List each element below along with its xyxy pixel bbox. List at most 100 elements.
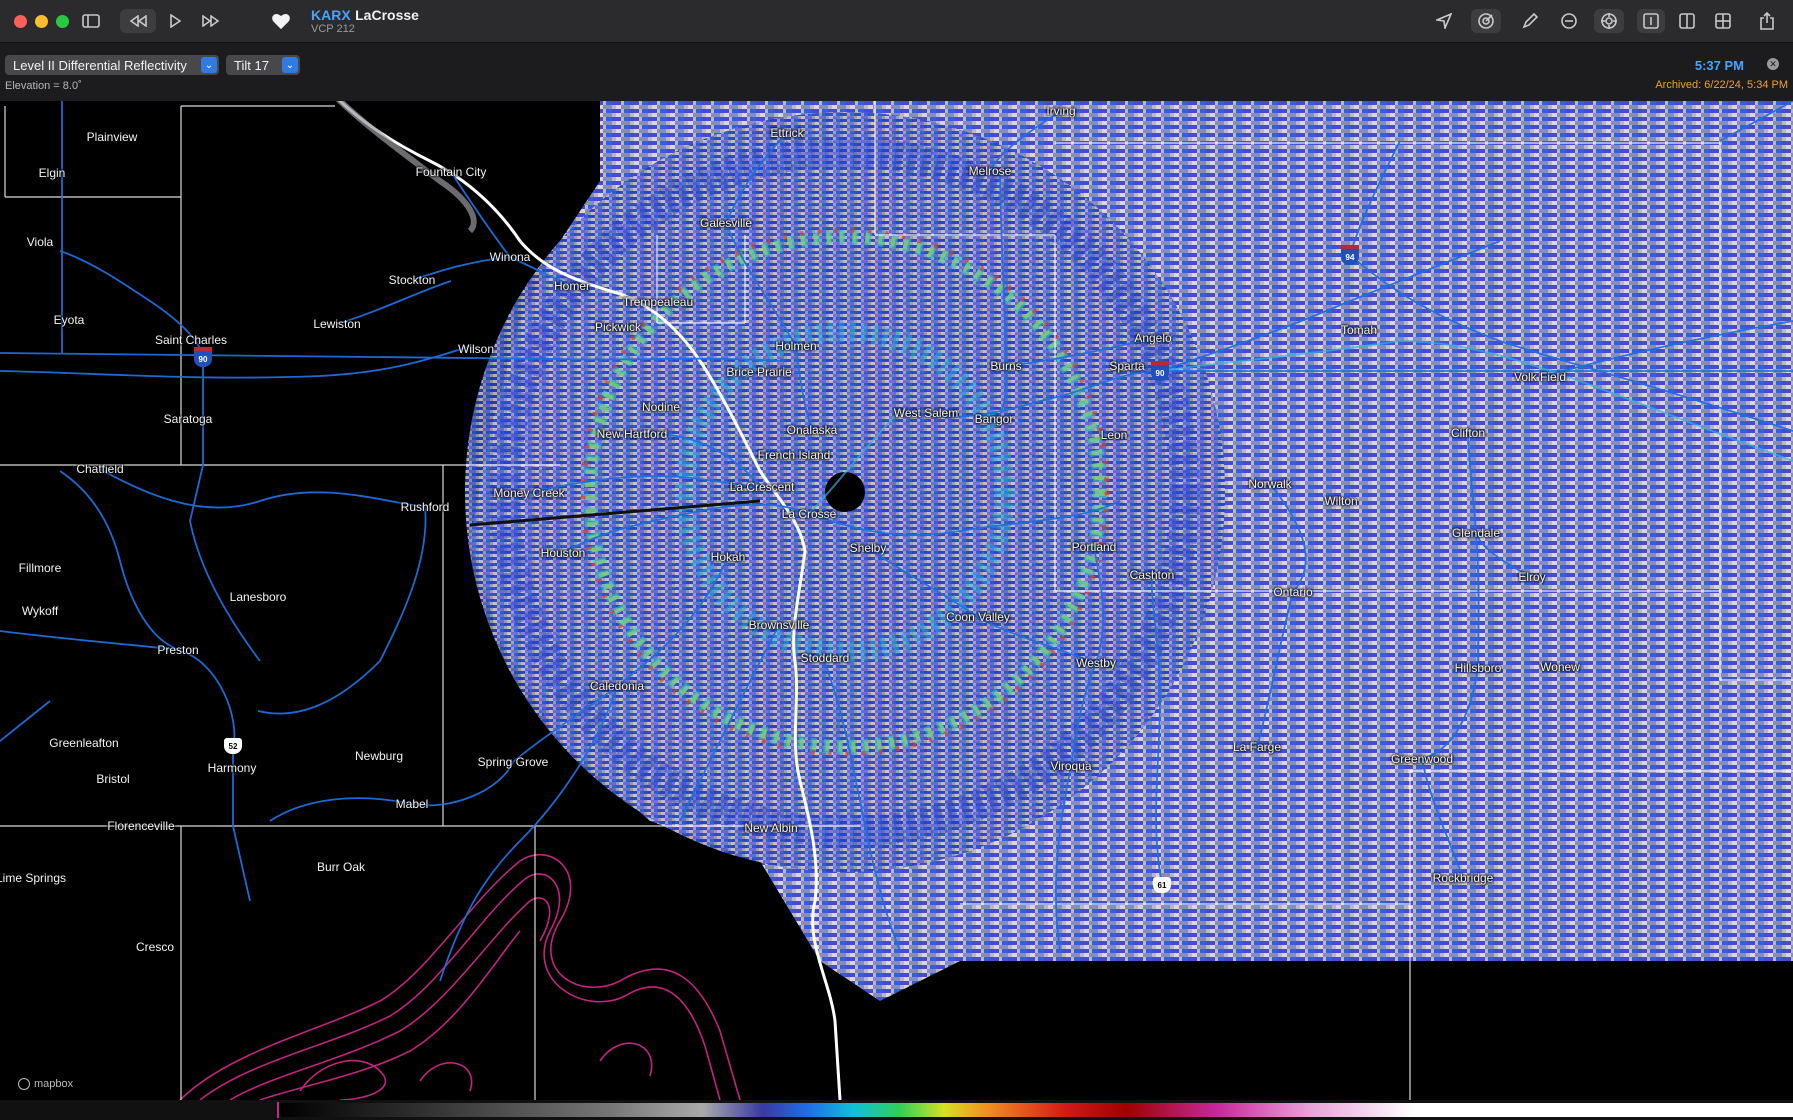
city-label: Mabel xyxy=(395,797,429,811)
city-label: La Crosse xyxy=(781,507,837,521)
city-label: Brice Prairie xyxy=(726,365,792,379)
city-label: Brownsville xyxy=(748,618,810,632)
radar-map[interactable]: Plainview Elgin Viola Eyota Saint Charles Sar… xyxy=(0,101,1793,1100)
city-label: Wykoff xyxy=(21,604,59,618)
sidebar-toggle-icon[interactable] xyxy=(80,9,102,33)
city-label: Rushford xyxy=(400,500,450,514)
share-icon[interactable] xyxy=(1755,9,1779,33)
city-label: Irving xyxy=(1046,104,1076,118)
city-label: Shelby xyxy=(849,541,887,555)
interstate-shield-icon: 94 xyxy=(1341,245,1359,265)
city-label: Clifton xyxy=(1450,426,1486,440)
city-label: Burr Oak xyxy=(316,860,366,874)
city-label: Harmony xyxy=(207,761,257,775)
location-arrow-icon[interactable] xyxy=(1430,9,1458,33)
city-label: Money Creek xyxy=(493,486,565,500)
city-label: Elroy xyxy=(1518,570,1546,584)
us-highway-shield-icon: 61 xyxy=(1153,877,1171,893)
city-label: Lime Springs xyxy=(0,871,67,885)
elevation-label: Elevation = 8.0˚ xyxy=(5,80,82,92)
city-label: Lanesboro xyxy=(229,590,287,604)
city-label: West Salem xyxy=(893,406,959,420)
city-label: Houston xyxy=(540,546,586,560)
city-label: Hokah xyxy=(710,550,746,564)
color-scale-bar xyxy=(0,1100,1793,1120)
city-label: New Hartford xyxy=(596,427,668,441)
close-icon[interactable]: ✕ xyxy=(1767,58,1779,70)
chevron-down-icon: ⌄ xyxy=(201,57,217,73)
color-scale-gradient xyxy=(278,1103,1793,1117)
tilt-select[interactable]: Tilt 17 ⌄ xyxy=(226,55,300,75)
interstate-shield-icon: 90 xyxy=(194,347,212,367)
history-clock-icon[interactable] xyxy=(1557,9,1581,33)
city-label: Greenleafton xyxy=(49,736,119,750)
city-label: Eyota xyxy=(53,313,85,327)
city-label: Greenwood xyxy=(1390,752,1454,766)
city-label: Westby xyxy=(1076,656,1116,670)
city-label: Melrose xyxy=(968,164,1012,178)
zoom-window-button[interactable] xyxy=(56,15,69,28)
city-label: Pickwick xyxy=(594,320,642,334)
city-label: Viola xyxy=(26,235,54,249)
product-select[interactable]: Level II Differential Reflectivity ⌄ xyxy=(5,55,219,75)
title-bar: KARX LaCrosse VCP 212 xyxy=(0,0,1793,43)
city-label: Galesville xyxy=(699,216,753,230)
city-label: Leon xyxy=(1100,428,1128,442)
city-label: Wilson xyxy=(457,342,495,356)
play-button[interactable] xyxy=(165,9,185,33)
city-label: Tomah xyxy=(1340,323,1378,337)
vcp-label: VCP 212 xyxy=(311,23,355,35)
close-window-button[interactable] xyxy=(14,15,27,28)
city-label: New Albin xyxy=(744,821,798,835)
minimize-window-button[interactable] xyxy=(35,15,48,28)
city-label: Ontario xyxy=(1273,585,1313,599)
dual-pane-icon[interactable] xyxy=(1675,9,1699,33)
city-label: Saint Charles xyxy=(154,333,228,347)
city-label: Bangor xyxy=(974,412,1014,426)
city-label: Volk Field xyxy=(1513,370,1567,384)
city-label: Elgin xyxy=(38,166,66,180)
mapbox-attribution[interactable]: mapbox xyxy=(18,1078,73,1090)
city-label: Florenceville xyxy=(107,819,175,833)
city-label: Burns xyxy=(990,359,1022,373)
city-label: Hillsboro xyxy=(1454,661,1502,675)
city-label: Glendale xyxy=(1451,526,1501,540)
quad-pane-icon[interactable] xyxy=(1711,9,1735,33)
layers-target-icon[interactable] xyxy=(1594,9,1624,33)
product-bar: Level II Differential Reflectivity ⌄ Til… xyxy=(0,43,1793,101)
city-label: Bristol xyxy=(96,772,130,786)
single-pane-icon[interactable] xyxy=(1637,9,1665,33)
us-highway-shield-icon: 52 xyxy=(224,738,242,754)
city-label: Plainview xyxy=(86,130,138,144)
interstate-shield-icon: 90 xyxy=(1151,361,1169,381)
city-label: Stockton xyxy=(388,273,436,287)
city-label: Onalaska xyxy=(786,423,838,437)
city-label: Newburg xyxy=(354,749,404,763)
city-label: Preston xyxy=(157,643,199,657)
city-label: Wilton xyxy=(1324,494,1358,508)
scan-time: 5:37 PM xyxy=(1694,58,1744,73)
fast-forward-button[interactable] xyxy=(198,9,224,33)
city-label: Viroqua xyxy=(1050,759,1092,773)
city-label: Fillmore xyxy=(18,561,62,575)
rewind-button[interactable] xyxy=(120,9,156,33)
city-label: La Farge xyxy=(1232,740,1282,754)
product-select-value: Level II Differential Reflectivity xyxy=(13,57,187,73)
city-label: Cashton xyxy=(1129,568,1175,582)
city-label: Saratoga xyxy=(163,412,213,426)
mapbox-label: mapbox xyxy=(34,1078,74,1090)
city-label: French Island xyxy=(757,448,831,462)
city-label: Cresco xyxy=(135,940,175,954)
pencil-icon[interactable] xyxy=(1518,9,1542,33)
city-label: Portland xyxy=(1071,540,1117,554)
chevron-down-icon: ⌄ xyxy=(282,57,298,73)
tilt-select-value: Tilt 17 xyxy=(234,57,269,73)
city-label: Lewiston xyxy=(313,317,361,331)
radar-sweep-icon[interactable] xyxy=(1471,9,1501,33)
city-label: Nodine xyxy=(641,400,681,414)
city-label: Coon Valley xyxy=(946,610,1010,624)
favorite-heart-icon[interactable] xyxy=(270,9,292,33)
city-label: La Crescent xyxy=(729,480,795,494)
station-id: KARX xyxy=(311,7,351,23)
city-label: Norwalk xyxy=(1248,477,1292,491)
